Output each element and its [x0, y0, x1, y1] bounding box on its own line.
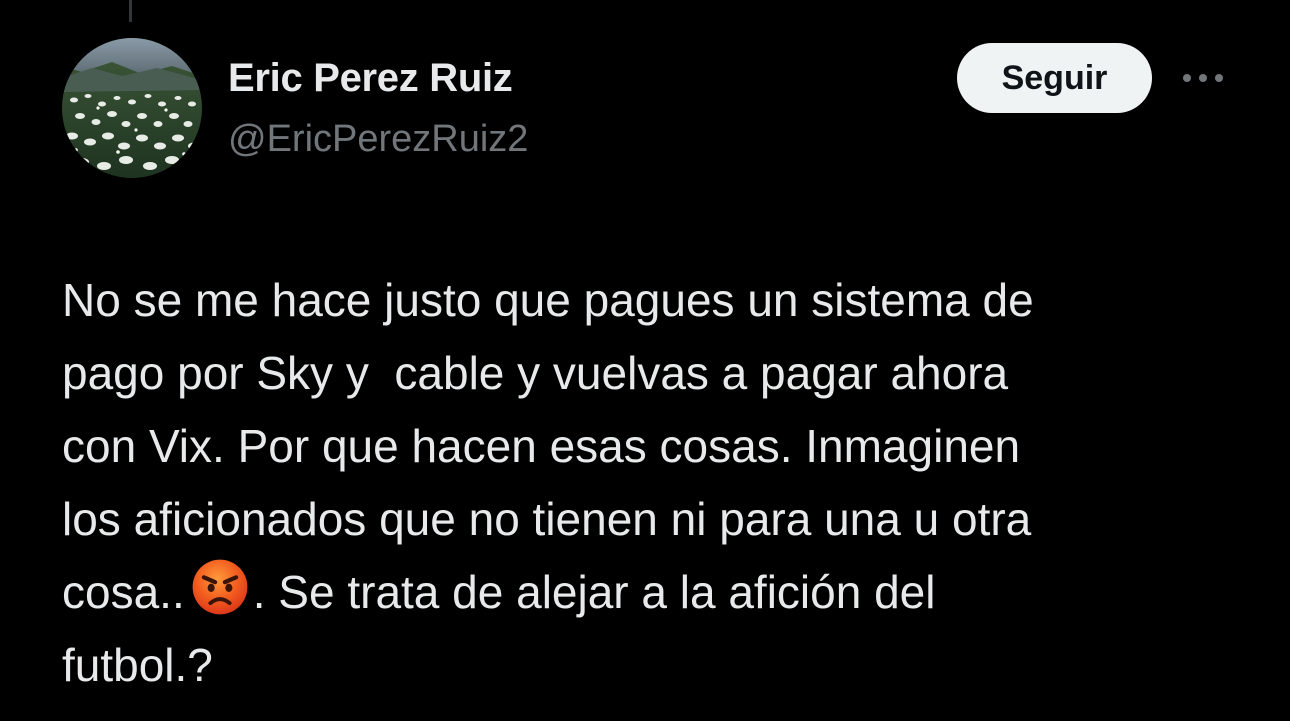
follow-button[interactable]: Seguir	[957, 43, 1152, 113]
avatar-image	[62, 38, 202, 178]
tweet-text-segment: cosa..	[62, 566, 185, 618]
tweet-text-line: cosa.. . Se trata de alejar a la afición …	[62, 556, 1242, 629]
tweet-text: No se me hace justo que pagues un sistem…	[62, 264, 1242, 702]
thread-connector-line	[129, 0, 132, 22]
tweet-text-line: futbol.?	[62, 639, 213, 691]
avatar[interactable]	[62, 38, 202, 178]
author-handle[interactable]: @EricPerezRuiz2	[228, 118, 528, 161]
tweet-text-line: los aficionados que no tienen ni para un…	[62, 493, 1032, 545]
more-horizontal-icon	[1183, 74, 1223, 82]
more-options-button[interactable]	[1178, 60, 1228, 96]
angry-face-emoji-icon	[192, 559, 248, 615]
tweet-text-line: con Vix. Por que hacen esas cosas. Inmag…	[62, 420, 1021, 472]
tweet-text-segment: . Se trata de alejar a la afición del	[252, 566, 936, 618]
tweet-text-line: No se me hace justo que pagues un sistem…	[62, 274, 1034, 326]
tweet-text-line: pago por Sky y cable y vuelvas a pagar a…	[62, 347, 1009, 399]
author-name[interactable]: Eric Perez Ruiz	[228, 56, 513, 101]
